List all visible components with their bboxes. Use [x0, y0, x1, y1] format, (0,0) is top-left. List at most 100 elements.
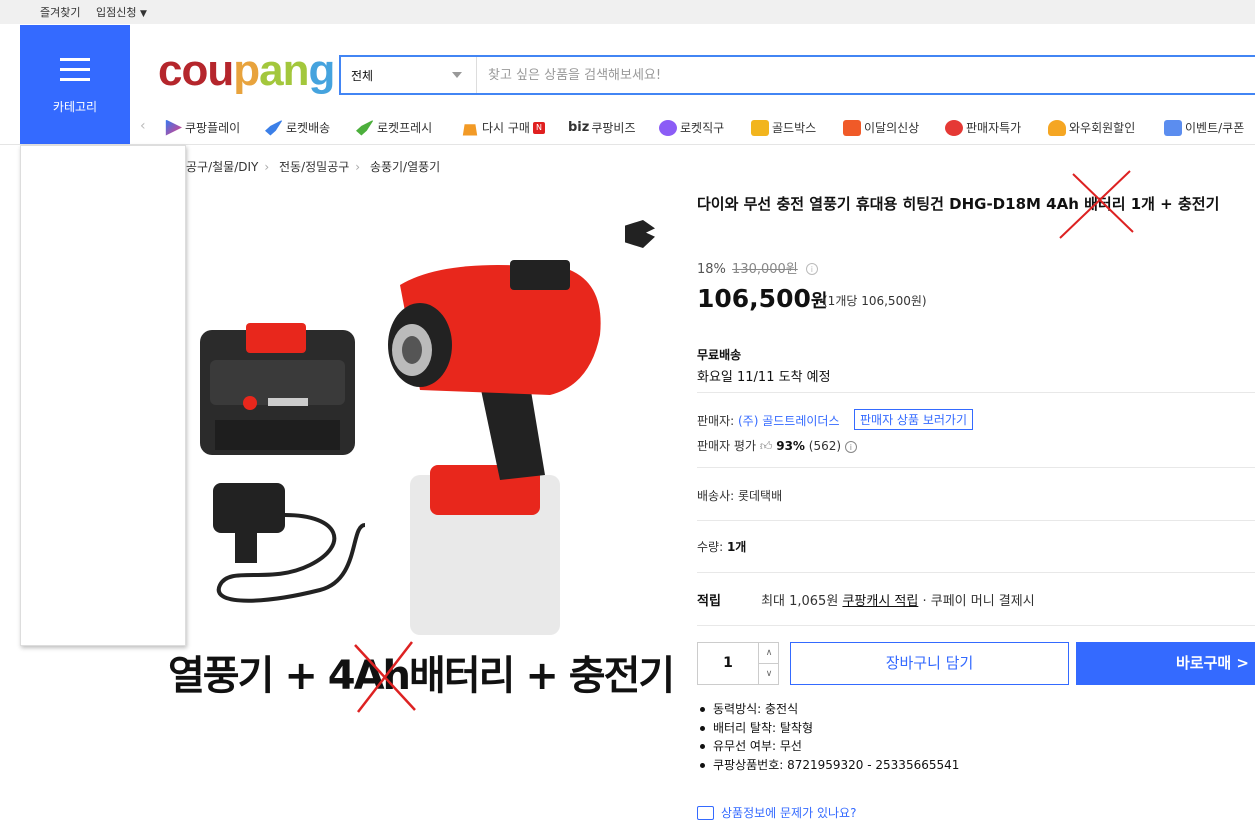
product-image[interactable]: 열풍기 + 4Ah배터리 + 충전기	[150, 185, 675, 725]
battery-base	[215, 420, 340, 450]
divider	[697, 572, 1255, 573]
coupang-cash-link[interactable]: 쿠팡캐시 적립	[842, 594, 918, 609]
battery-button	[243, 396, 257, 410]
search-bar: 전체	[339, 55, 1255, 95]
bag-icon	[462, 124, 478, 136]
nav-monthly-new[interactable]: 이달의신상	[843, 119, 919, 136]
battery-indicator	[268, 398, 308, 406]
bookmark-link[interactable]: 즐겨찾기	[40, 4, 80, 20]
search-input[interactable]	[478, 57, 1255, 93]
battery-clip	[246, 323, 306, 353]
sale-price: 106,500원	[697, 284, 828, 313]
goldbox-icon	[751, 119, 769, 136]
breadcrumb-item[interactable]: 공구/철물/DIY	[186, 160, 258, 174]
new-badge-icon: N	[532, 121, 545, 134]
quantity-info: 수량: 1개	[697, 540, 747, 554]
chevron-right-icon: ›	[355, 160, 361, 174]
top-utility-bar: 즐겨찾기 입점신청 ▼	[0, 0, 1255, 24]
nav-coupang-play[interactable]: 쿠팡플레이	[164, 119, 240, 136]
nav-rocket-fresh[interactable]: 로켓프레시	[356, 119, 432, 136]
wow-icon	[1048, 119, 1066, 136]
gun-display	[510, 260, 570, 290]
product-illustration	[200, 260, 601, 635]
sub-navigation: ‹ 쿠팡플레이 로켓배송 로켓프레시 다시 구매 N biz 쿠팡비즈 로켓직구 골…	[140, 110, 1255, 144]
spec-item: 유무선 여부: 무선	[697, 737, 959, 756]
rating-label: 판매자 평가	[697, 439, 757, 453]
report-label: 상품정보에 문제가 있나요?	[721, 806, 857, 820]
percent-icon	[945, 119, 963, 136]
spec-item: 동력방식: 충전식	[697, 700, 959, 719]
image-caption: 열풍기 + 4Ah배터리 + 충전기	[168, 653, 675, 699]
message-icon	[697, 805, 714, 820]
nav-wow-discount[interactable]: 와우회원할인	[1048, 119, 1135, 136]
seller-rating: 판매자 평가 👍︎ 93% (562) i	[697, 437, 857, 454]
category-button[interactable]: 카테고리	[20, 25, 130, 145]
seller-products-button[interactable]: 판매자 상품 보러가기	[854, 409, 973, 430]
cash-amount: 최대 1,065원	[761, 594, 839, 609]
delivery-date: 화요일 11/11 도착 예정	[697, 370, 831, 385]
report-issue-link[interactable]: 상품정보에 문제가 있나요?	[697, 804, 856, 821]
info-icon[interactable]: i	[805, 263, 818, 275]
rocket-fresh-icon	[356, 119, 374, 136]
new-product-icon	[843, 119, 861, 136]
decrease-button[interactable]: ∨	[758, 664, 779, 685]
biz-icon: biz	[568, 120, 590, 135]
coupang-logo[interactable]: coupang	[158, 46, 335, 96]
product-title: 다이와 무선 충전 열풍기 휴대용 히팅건 DHG-D18M 4Ah 배터리 1…	[697, 195, 1220, 213]
rating-percent: 93%	[776, 439, 805, 453]
hamburger-icon	[60, 58, 90, 82]
add-to-cart-button[interactable]: 장바구니 담기	[790, 642, 1069, 685]
caret-down-icon: ▼	[139, 9, 147, 19]
nav-rocket-direct[interactable]: 로켓직구	[659, 119, 724, 136]
unit-price: (1개당 106,500원)	[823, 294, 927, 308]
play-icon	[165, 119, 182, 136]
free-shipping-label: 무료배송	[697, 348, 742, 362]
rocket-direct-icon	[659, 119, 677, 136]
nav-seller-deals[interactable]: 판매자특가	[945, 119, 1021, 136]
coupang-cash-row: 적립 최대 1,065원 쿠팡캐시 적립 · 쿠페이 머니 결제시	[697, 590, 1035, 609]
rating-count: (562)	[808, 439, 842, 453]
breadcrumb: 공구/철물/DIY › 전동/정밀공구 › 송풍기/열풍기	[186, 158, 446, 175]
breadcrumb-item[interactable]: 전동/정밀공구	[279, 160, 349, 174]
nav-coupang-biz[interactable]: biz 쿠팡비즈	[568, 119, 636, 136]
nav-rocket-delivery[interactable]: 로켓배송	[265, 119, 330, 136]
search-category-select[interactable]: 전체	[341, 57, 477, 93]
increase-button[interactable]: ∧	[758, 643, 779, 664]
category-dropdown-panel[interactable]	[20, 145, 186, 646]
spec-item: 배터리 탈착: 탈착형	[697, 719, 959, 738]
search-category-value: 전체	[351, 69, 374, 83]
header-divider	[0, 144, 1255, 145]
nav-event-coupon[interactable]: 이벤트/쿠폰	[1164, 119, 1244, 136]
seller-row: 판매자: (주) 골드트레이더스	[697, 412, 839, 429]
divider	[697, 392, 1255, 393]
rocket-icon	[265, 119, 283, 136]
seller-name-link[interactable]: (주) 골드트레이더스	[738, 414, 840, 428]
nav-goldbox[interactable]: 골드박스	[751, 119, 816, 136]
seller-apply-label: 입점신청	[96, 6, 137, 19]
charger-plug	[235, 533, 257, 563]
seller-prefix: 판매자:	[697, 414, 738, 428]
quantity-value[interactable]: 1	[698, 655, 758, 671]
chevron-right-icon: ›	[264, 160, 270, 174]
category-label: 카테고리	[52, 100, 98, 114]
divider	[697, 625, 1255, 626]
thumbs-up-icon: 👍︎	[759, 439, 773, 453]
buy-now-button[interactable]: 바로구매 >	[1076, 642, 1255, 685]
cash-note: · 쿠페이 머니 결제시	[918, 594, 1035, 609]
breadcrumb-item[interactable]: 송풍기/열풍기	[370, 160, 440, 174]
divider	[697, 467, 1255, 468]
quantity-stepper[interactable]: 1 ∧ ∨	[697, 642, 779, 685]
divider	[697, 520, 1255, 521]
dropdown-arrow-icon	[452, 72, 462, 78]
carrier-info: 배송사: 롯데택배	[697, 489, 783, 503]
nav-buy-again[interactable]: 다시 구매 N	[461, 119, 545, 136]
charger-body	[213, 483, 285, 533]
discount-row: 18% 130,000원 i	[697, 258, 818, 277]
info-icon[interactable]: i	[844, 441, 857, 453]
seller-apply-link[interactable]: 입점신청 ▼	[96, 4, 147, 20]
product-specs: 동력방식: 충전식 배터리 탈착: 탈착형 유무선 여부: 무선 쿠팡상품번호:…	[697, 700, 959, 774]
original-price: 130,000원	[732, 262, 798, 277]
discount-rate: 18%	[697, 262, 726, 277]
chevron-left-icon[interactable]: ‹	[140, 118, 146, 134]
spec-item: 쿠팡상품번호: 8721959320 - 25335665541	[697, 756, 959, 775]
